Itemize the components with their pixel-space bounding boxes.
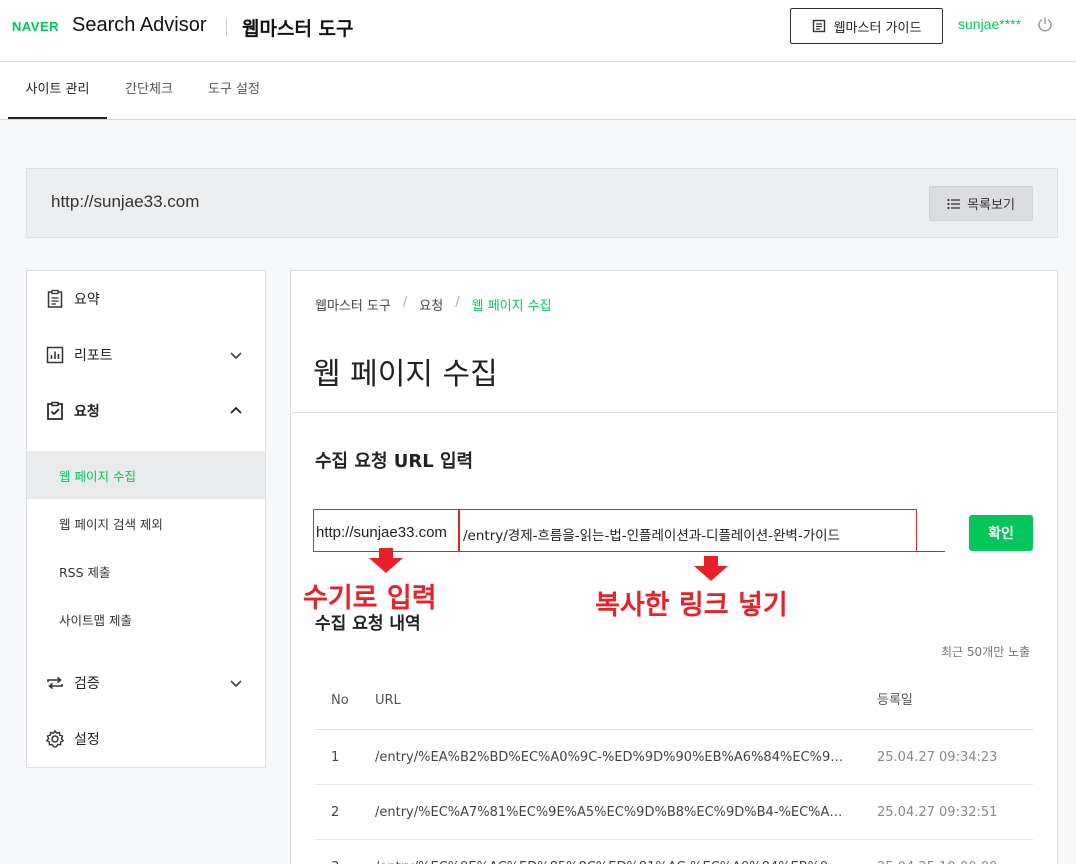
sidebar-subitem-web-page-collect[interactable]: 웹 페이지 수집 [27, 451, 265, 499]
product-name[interactable]: Search Advisor [72, 14, 207, 37]
gear-icon [46, 730, 64, 748]
breadcrumb-item[interactable]: 요청 [419, 295, 443, 314]
sidebar-item-label: 검증 [74, 676, 100, 692]
naver-logo[interactable]: NAVER [12, 19, 59, 34]
row-no: 2 [331, 805, 340, 820]
annotation-paste-link: 복사한 링크 넣기 [595, 590, 788, 621]
breadcrumb-current: 웹 페이지 수집 [471, 299, 552, 314]
sidebar-item-report[interactable]: 리포트 [27, 327, 265, 383]
row-date: 25.04.25 10:00:00 [877, 840, 1033, 864]
header-url: URL [375, 693, 401, 708]
sidebar-item-verify[interactable]: 검증 [27, 655, 265, 711]
divider [291, 412, 1057, 413]
clipboard-icon [47, 289, 63, 308]
table-row[interactable]: 2 /entry/%EC%A7%81%EC%9E%A5%EC%9D%B8%EC%… [315, 785, 1033, 840]
sidebar-item-label: 요약 [74, 292, 100, 308]
sidebar-subitem-sitemap-submit[interactable]: 사이트맵 제출 [27, 595, 265, 643]
row-url: /entry/%EC%A7%81%EC%9E%A5%EC%9D%B8%EC%9D… [375, 805, 845, 820]
row-date: 25.04.27 09:32:51 [877, 805, 998, 820]
site-bar: http://sunjae33.com 목록보기 [26, 168, 1058, 238]
tab-quick-check[interactable]: 간단체크 [110, 62, 188, 119]
confirm-button[interactable]: 확인 [969, 515, 1033, 551]
document-icon [812, 19, 825, 33]
chevron-down-icon [230, 680, 242, 688]
webmaster-guide-button[interactable]: 웹마스터 가이드 [790, 8, 943, 44]
row-url: /entry/%EA%B2%BD%EC%A0%9C-%ED%9D%90%EB%A… [375, 750, 845, 765]
row-no: 1 [331, 750, 340, 765]
breadcrumb: 웹마스터 도구 / 요청 / 웹 페이지 수집 [315, 295, 552, 314]
repeat-icon [47, 676, 63, 690]
tab-tool-settings[interactable]: 도구 설정 [192, 62, 276, 119]
list-icon [947, 198, 961, 209]
breadcrumb-item[interactable]: 웹마스터 도구 [315, 295, 391, 314]
power-icon[interactable] [1037, 16, 1053, 32]
arrow-down-icon [369, 548, 403, 573]
section-title: 수집 요청 URL 입력 [315, 451, 474, 472]
list-view-label: 목록보기 [967, 198, 1015, 213]
table-header: No URL 등록일 [315, 673, 1033, 730]
sidebar-subitem-web-page-exclude[interactable]: 웹 페이지 검색 제외 [27, 499, 265, 547]
sidebar-item-settings[interactable]: 설정 [27, 711, 265, 767]
history-note: 최근 50개만 노출 [941, 645, 1031, 659]
arrow-down-icon [694, 556, 728, 581]
row-url: /entry/%EC%9E%AC%ED%85%8C%ED%81%AC-%EC%A… [375, 840, 845, 864]
sidebar-item-summary[interactable]: 요약 [27, 271, 265, 327]
sidebar: 요약 리포트 요청 웹 페이지 수집 웹 페이지 검색 제외 RSS 제출 사이… [26, 270, 266, 768]
tab-site-management[interactable]: 사이트 관리 [8, 62, 107, 119]
table-row[interactable]: 1 /entry/%EA%B2%BD%EC%A0%9C-%ED%9D%90%EB… [315, 730, 1033, 785]
user-name[interactable]: sunjae**** [958, 16, 1021, 32]
row-date: 25.04.27 09:34:23 [877, 750, 998, 765]
chart-icon [46, 346, 64, 364]
annotation-box-link [459, 509, 917, 552]
sidebar-item-label: 리포트 [74, 348, 113, 364]
chevron-up-icon [230, 406, 242, 414]
annotation-box-prefix [313, 509, 459, 552]
check-clipboard-icon [47, 401, 63, 420]
tool-name[interactable]: 웹마스터 도구 [242, 14, 354, 41]
table-row[interactable]: 3 /entry/%EC%9E%AC%ED%85%8C%ED%81%AC-%EC… [315, 840, 1033, 864]
sidebar-item-label: 요청 [74, 404, 100, 420]
row-no: 3 [331, 840, 371, 864]
chevron-down-icon [230, 352, 242, 360]
sidebar-item-request[interactable]: 요청 [27, 383, 265, 439]
header-date: 등록일 [877, 693, 913, 708]
list-view-button[interactable]: 목록보기 [929, 186, 1033, 221]
main-panel: 웹마스터 도구 / 요청 / 웹 페이지 수집 웹 페이지 수집 수집 요청 U… [290, 270, 1058, 864]
tab-bar: 사이트 관리 간단체크 도구 설정 [0, 62, 1076, 120]
site-url: http://sunjae33.com [51, 192, 200, 211]
top-header: NAVER Search Advisor 웹마스터 도구 웹마스터 가이드 su… [0, 0, 1076, 62]
header-divider [226, 18, 227, 36]
sidebar-subitem-rss-submit[interactable]: RSS 제출 [27, 547, 265, 595]
page-title: 웹 페이지 수집 [313, 357, 498, 392]
annotation-manual-input: 수기로 입력 [303, 583, 437, 614]
sidebar-item-label: 설정 [74, 732, 100, 748]
guide-button-label: 웹마스터 가이드 [833, 20, 922, 36]
header-no: No [331, 693, 349, 708]
history-table: No URL 등록일 1 /entry/%EA%B2%BD%EC%A0%9C-%… [315, 673, 1033, 864]
